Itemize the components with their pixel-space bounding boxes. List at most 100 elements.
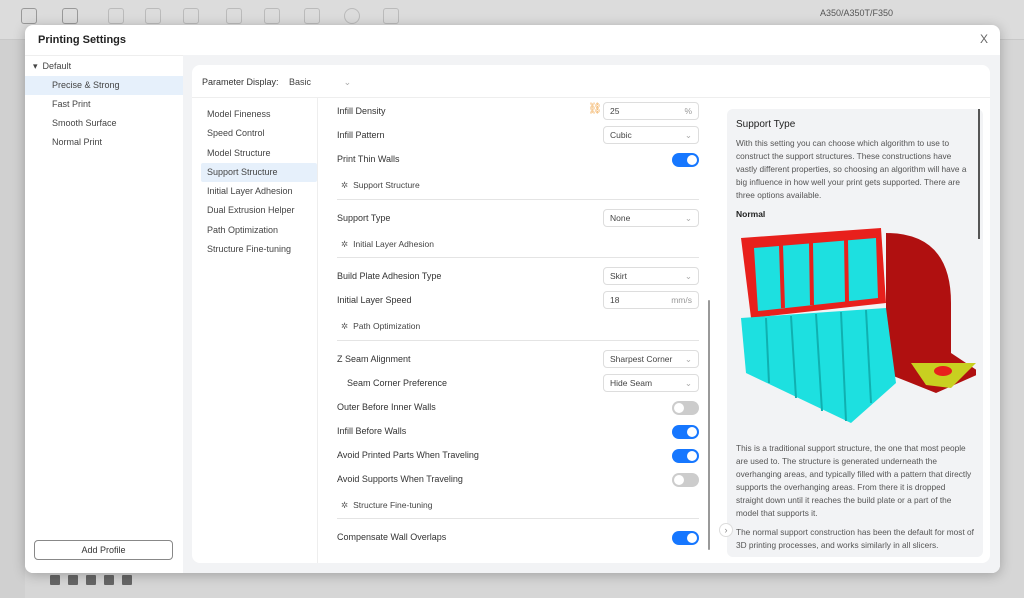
scale-icon[interactable] [264, 8, 280, 24]
view-top-icon[interactable] [122, 575, 132, 585]
infill-before-walls-toggle[interactable] [672, 425, 699, 439]
close-icon[interactable]: X [980, 32, 988, 46]
view-buttons [50, 575, 140, 587]
section-initial-layer-adhesion: ✲ Initial Layer Adhesion [341, 239, 434, 249]
nav-model-structure[interactable]: Model Structure [201, 144, 317, 163]
chevron-down-icon: ⌄ [684, 130, 692, 140]
link-icon[interactable]: ⛓ [588, 101, 602, 117]
adhesion-type-select[interactable]: Skirt ⌄ [603, 267, 699, 285]
profile-normal-print[interactable]: Normal Print [25, 133, 183, 152]
setting-z-seam-alignment: Z Seam Alignment Sharpest Corner ⌄ [337, 350, 699, 370]
printer-settings-icon[interactable] [62, 8, 78, 24]
settings-card: Parameter Display: Basic ⌄ Model Finenes… [192, 65, 990, 563]
divider [337, 518, 699, 519]
print-thin-walls-toggle[interactable] [672, 153, 699, 167]
printing-settings-dialog: Printing Settings X ▾ Default Precise & … [25, 25, 1000, 573]
printer-name[interactable]: A350/A350T/F350 [820, 8, 893, 18]
divider [337, 199, 699, 200]
view-left-icon[interactable] [86, 575, 96, 585]
setting-avoid-supports: Avoid Supports When Traveling [337, 470, 699, 490]
dialog-title: Printing Settings [38, 34, 126, 46]
settings-icon[interactable] [383, 8, 399, 24]
view-front-icon[interactable] [68, 575, 78, 585]
profile-fast-print[interactable]: Fast Print [25, 95, 183, 114]
profile-smooth-surface[interactable]: Smooth Surface [25, 114, 183, 133]
nav-speed-control[interactable]: Speed Control [201, 124, 317, 143]
add-profile-button[interactable]: Add Profile [34, 540, 173, 560]
gear-icon: ✲ [341, 500, 349, 510]
settings-list: Infill Density ⛓ 25% Infill Pattern Cubic… [337, 98, 702, 563]
compensate-wall-overlaps-toggle[interactable] [672, 531, 699, 545]
gear-icon: ✲ [341, 239, 349, 249]
setting-compensate-wall-overlaps: Compensate Wall Overlaps [337, 528, 699, 548]
gear-icon: ✲ [341, 180, 349, 190]
support-type-select[interactable]: None ⌄ [603, 209, 699, 227]
copy-icon[interactable] [226, 8, 242, 24]
parameter-display: Parameter Display: Basic ⌄ [202, 77, 352, 87]
help-scrollbar[interactable] [978, 109, 980, 239]
help-intro: With this setting you can choose which a… [736, 138, 967, 200]
arrange-icon[interactable] [304, 8, 320, 24]
parameter-display-select[interactable]: Basic [289, 77, 311, 87]
app-sidebar [0, 40, 25, 598]
infill-density-input[interactable]: ⛓ 25% [588, 102, 699, 120]
z-seam-select[interactable]: Sharpest Corner ⌄ [603, 350, 699, 368]
divider [337, 257, 699, 258]
caret-down-icon: ▾ [33, 61, 38, 71]
category-nav: Model Fineness Speed Control Model Struc… [201, 105, 317, 259]
help-paragraph-2: The normal support construction has been… [736, 527, 974, 550]
chevron-down-icon: ⌄ [684, 213, 692, 223]
chevron-down-icon: ⌄ [684, 378, 692, 388]
avoid-supports-toggle[interactable] [672, 473, 699, 487]
setting-print-thin-walls: Print Thin Walls [337, 150, 699, 170]
profile-precise-strong[interactable]: Precise & Strong [25, 76, 183, 95]
settings-main: Parameter Display: Basic ⌄ Model Finenes… [183, 55, 1000, 573]
infill-pattern-select[interactable]: Cubic ⌄ [603, 126, 699, 144]
nav-dual-extrusion-helper[interactable]: Dual Extrusion Helper [201, 201, 317, 220]
setting-seam-corner: Seam Corner Preference Hide Seam ⌄ [337, 374, 699, 394]
undo-icon[interactable] [145, 8, 161, 24]
setting-build-plate-adhesion: Build Plate Adhesion Type Skirt ⌄ [337, 267, 699, 287]
gear-icon: ✲ [341, 321, 349, 331]
chevron-down-icon[interactable]: ⌄ [344, 77, 352, 87]
setting-infill-density: Infill Density ⛓ 25% [337, 102, 699, 122]
view-right-icon[interactable] [104, 575, 114, 585]
help-title: Support Type [736, 119, 796, 130]
initial-layer-speed-input[interactable]: 18 mm/s [603, 291, 699, 309]
slice-icon[interactable] [344, 8, 360, 24]
setting-infill-before-walls: Infill Before Walls [337, 422, 699, 442]
model-hole [934, 366, 952, 376]
section-support-structure: ✲ Support Structure [341, 180, 420, 190]
profile-sidebar: ▾ Default Precise & Strong Fast Print Sm… [25, 55, 183, 573]
help-subtitle: Normal [736, 209, 766, 219]
settings-scrollbar[interactable] [708, 300, 710, 550]
chevron-right-icon[interactable]: › [719, 523, 733, 537]
seam-corner-select[interactable]: Hide Seam ⌄ [603, 374, 699, 392]
divider [317, 98, 318, 563]
section-path-optimization: ✲ Path Optimization [341, 321, 421, 331]
redo-icon[interactable] [183, 8, 199, 24]
view-iso-icon[interactable] [50, 575, 60, 585]
support-illustration [741, 228, 981, 423]
setting-support-type: Support Type None ⌄ [337, 209, 699, 229]
setting-avoid-printed-parts: Avoid Printed Parts When Traveling [337, 446, 699, 466]
section-structure-fine-tuning: ✲ Structure Fine-tuning [341, 500, 433, 510]
divider [337, 340, 699, 341]
profile-group[interactable]: ▾ Default [33, 61, 71, 72]
nav-structure-fine-tuning[interactable]: Structure Fine-tuning [201, 240, 317, 259]
chevron-down-icon: ⌄ [684, 271, 692, 281]
nav-model-fineness[interactable]: Model Fineness [201, 105, 317, 124]
nav-initial-layer-adhesion[interactable]: Initial Layer Adhesion [201, 182, 317, 201]
nav-path-optimization[interactable]: Path Optimization [201, 221, 317, 240]
chevron-down-icon: ⌄ [684, 354, 692, 364]
avoid-printed-parts-toggle[interactable] [672, 449, 699, 463]
home-icon[interactable] [21, 8, 37, 24]
help-panel: Support Type With this setting you can c… [727, 109, 983, 557]
save-icon[interactable] [108, 8, 124, 24]
nav-support-structure[interactable]: Support Structure [201, 162, 317, 183]
outer-before-inner-toggle[interactable] [672, 401, 699, 415]
setting-initial-layer-speed: Initial Layer Speed 18 mm/s [337, 291, 699, 311]
setting-outer-before-inner: Outer Before Inner Walls [337, 398, 699, 418]
setting-infill-pattern: Infill Pattern Cubic ⌄ [337, 126, 699, 146]
help-paragraph-1: This is a traditional support structure,… [736, 443, 972, 518]
